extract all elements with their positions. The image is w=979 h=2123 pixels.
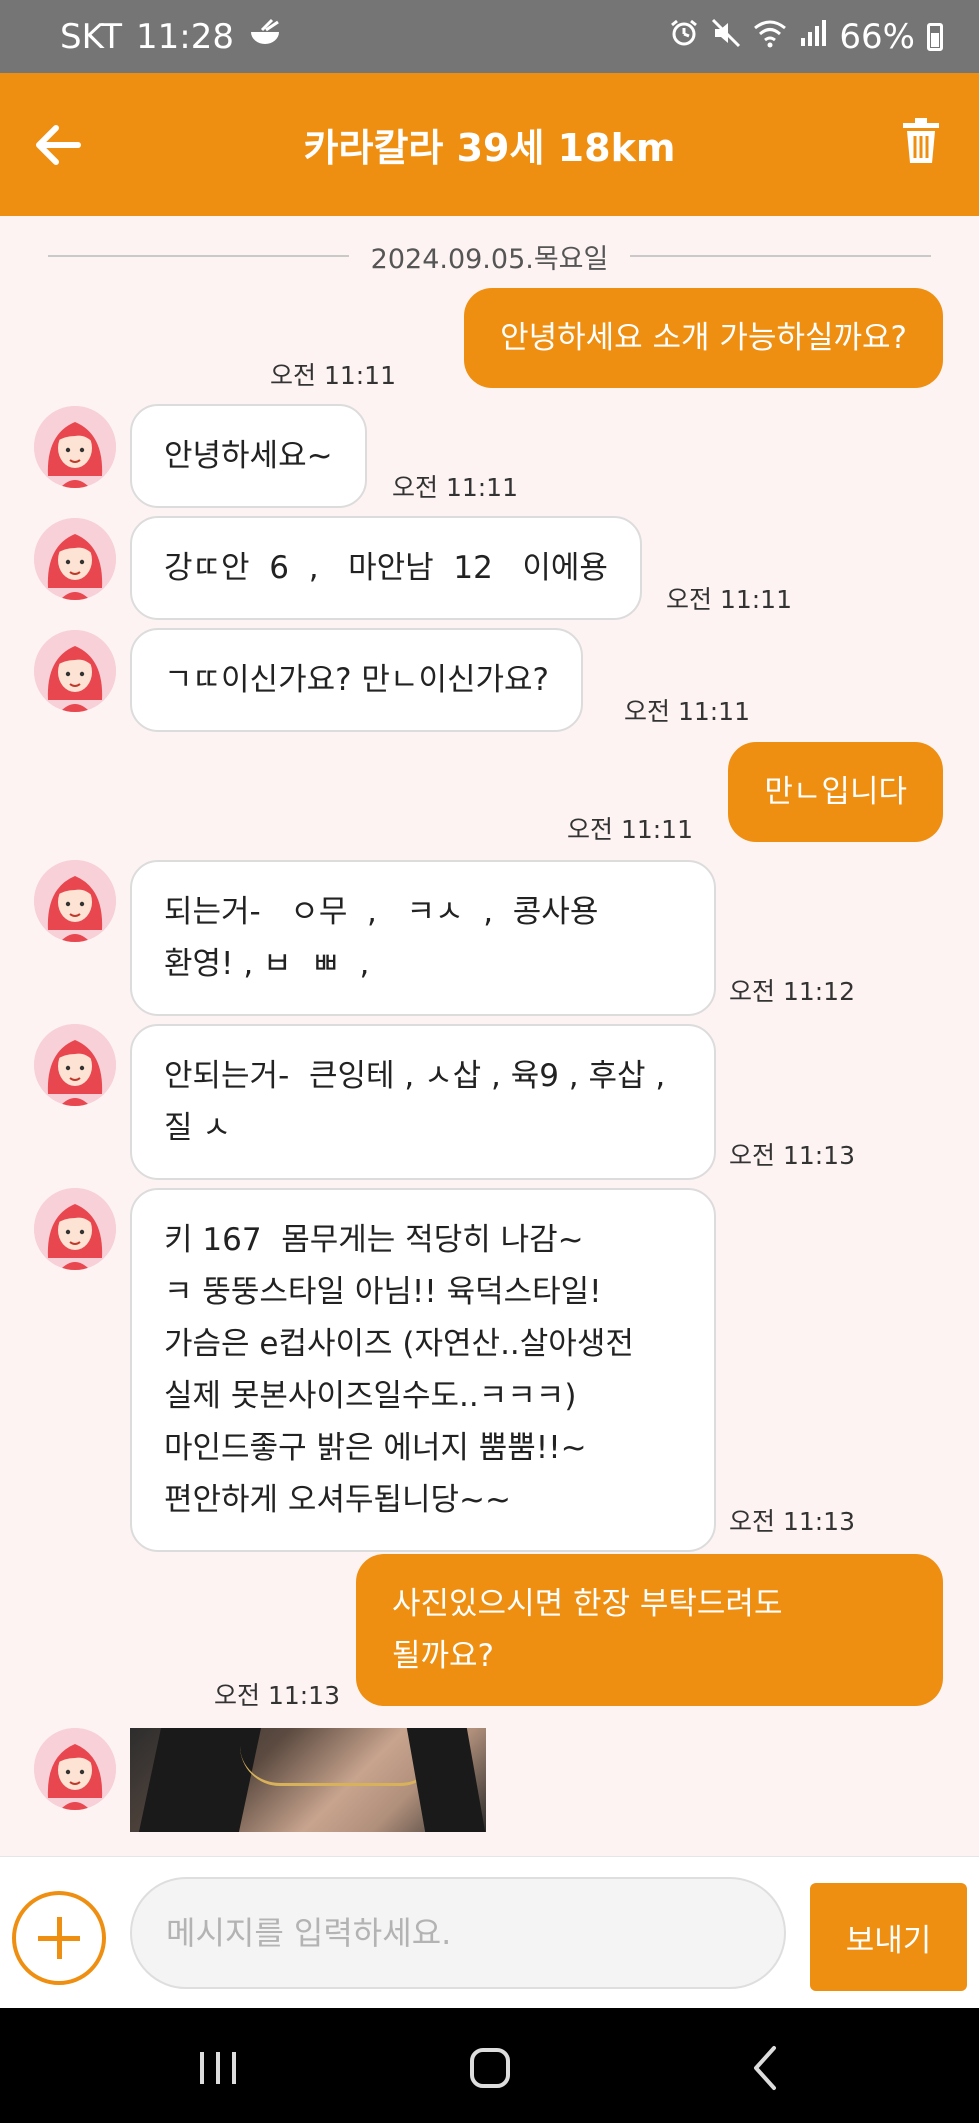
status-bar: SKT 11:28 66% bbox=[0, 0, 979, 73]
date-label: 2024.09.05.목요일 bbox=[370, 243, 609, 275]
message-time: 오전 11:11 bbox=[567, 815, 693, 844]
chat-area[interactable]: 2024.09.05.목요일 안녕하세요 소개 가능하실까요? 오전 11:11… bbox=[0, 216, 979, 1856]
trash-icon[interactable] bbox=[901, 117, 941, 165]
status-time: 11:28 bbox=[136, 16, 234, 57]
battery-icon bbox=[927, 22, 943, 51]
avatar[interactable] bbox=[34, 1024, 116, 1106]
home-icon[interactable] bbox=[460, 2038, 520, 2098]
message-time: 오전 11:12 bbox=[729, 977, 855, 1006]
chat-title: 카라칼라 39세 18km bbox=[303, 126, 676, 170]
message-time: 오전 11:11 bbox=[624, 697, 750, 726]
incoming-message[interactable]: 키 167 몸무게는 적당히 나감~ ㅋ 뚱뚱스타일 아님!! 육덕스타일! 가… bbox=[130, 1188, 716, 1552]
mute-icon bbox=[711, 18, 741, 55]
message-time: 오전 11:13 bbox=[214, 1681, 340, 1710]
wifi-icon bbox=[753, 18, 787, 55]
avatar[interactable] bbox=[34, 630, 116, 712]
system-nav-bar bbox=[0, 2008, 979, 2123]
incoming-message[interactable]: ㄱㄸ이신가요? 만ㄴ이신가요? bbox=[130, 628, 584, 732]
photo-message[interactable] bbox=[130, 1728, 486, 1832]
incoming-message[interactable]: 안되는거- 큰잉테 , ㅅ삽 , 육9 , 후삽 , 질 ㅅ bbox=[130, 1024, 716, 1180]
photo-strap bbox=[406, 1728, 486, 1832]
alarm-icon bbox=[669, 18, 699, 55]
plus-circle-icon[interactable] bbox=[12, 1891, 106, 1985]
message-time: 오전 11:13 bbox=[729, 1141, 855, 1170]
message-time: 오전 11:11 bbox=[666, 585, 792, 614]
send-button[interactable]: 보내기 bbox=[810, 1883, 967, 1991]
outgoing-message[interactable]: 안녕하세요 소개 가능하실까요? bbox=[464, 288, 943, 388]
outgoing-message[interactable]: 사진있으시면 한장 부탁드려도 될까요? bbox=[356, 1554, 943, 1706]
composer-bar: 보내기 bbox=[0, 1856, 979, 2008]
avatar[interactable] bbox=[34, 518, 116, 600]
divider-line bbox=[48, 255, 349, 257]
recent-apps-icon[interactable] bbox=[188, 2038, 248, 2098]
date-divider: 2024.09.05.목요일 bbox=[48, 236, 932, 276]
photo-necklace bbox=[240, 1746, 440, 1786]
divider-line bbox=[630, 255, 932, 257]
photo-strap bbox=[138, 1728, 262, 1832]
back-arrow-icon[interactable] bbox=[30, 115, 90, 175]
incoming-message[interactable]: 강ㄸ안 6 , 마안남 12 이에용 bbox=[130, 516, 642, 620]
carrier-label: SKT bbox=[60, 16, 123, 57]
message-time: 오전 11:11 bbox=[270, 361, 396, 390]
bowl-icon bbox=[248, 18, 282, 55]
avatar[interactable] bbox=[34, 860, 116, 942]
incoming-message[interactable]: 되는거- ㅇ무 , ㅋㅅ , 콩사용 환영! , ㅂ ㅃ , bbox=[130, 860, 716, 1016]
avatar[interactable] bbox=[34, 406, 116, 488]
battery-percent: 66% bbox=[839, 16, 915, 57]
signal-icon bbox=[799, 18, 827, 55]
app-bar: 카라칼라 39세 18km bbox=[0, 73, 979, 216]
message-time: 오전 11:11 bbox=[392, 473, 518, 502]
status-right: 66% bbox=[669, 0, 943, 73]
status-left: SKT 11:28 bbox=[60, 0, 282, 73]
outgoing-message[interactable]: 만ㄴ입니다 bbox=[728, 742, 943, 842]
message-input[interactable] bbox=[130, 1877, 786, 1989]
incoming-message[interactable]: 안녕하세요~ bbox=[130, 404, 367, 508]
back-icon[interactable] bbox=[736, 2038, 796, 2098]
avatar[interactable] bbox=[34, 1728, 116, 1810]
avatar[interactable] bbox=[34, 1188, 116, 1270]
message-time: 오전 11:13 bbox=[729, 1507, 855, 1536]
